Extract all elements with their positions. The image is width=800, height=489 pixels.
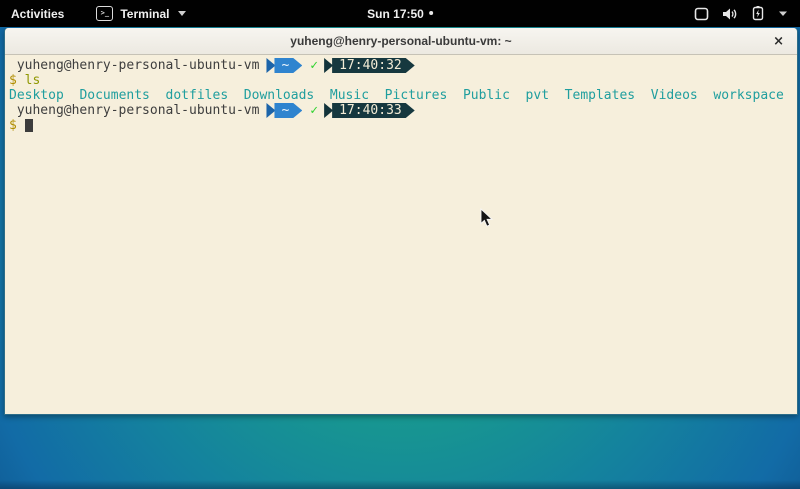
powerline-path-segment: ~ — [274, 103, 302, 118]
clock-label: Sun 17:50 — [367, 7, 424, 21]
activities-button[interactable]: Activities — [2, 0, 73, 27]
notification-dot-icon — [429, 11, 433, 15]
status-check-icon: ✓ — [310, 103, 318, 118]
window-titlebar[interactable]: yuheng@henry-personal-ubuntu-vm: ~ × — [5, 28, 797, 55]
command-line: $ ls — [5, 73, 797, 88]
directory-item: Documents — [79, 88, 149, 103]
app-menu-terminal[interactable]: >_ Terminal — [87, 0, 195, 27]
directory-item: Public — [463, 88, 510, 103]
prompt-symbol: $ — [9, 118, 17, 133]
close-button[interactable]: × — [773, 28, 784, 54]
user-host-text: yuheng@henry-personal-ubuntu-vm — [9, 58, 259, 73]
directory-item: Downloads — [244, 88, 314, 103]
gnome-top-bar: Activities >_ Terminal Sun 17:50 — [0, 0, 800, 27]
activities-label: Activities — [11, 7, 64, 21]
directory-item: Videos — [651, 88, 698, 103]
directory-item: workspace — [713, 88, 783, 103]
powerline-separator-icon — [266, 103, 275, 118]
powerline-separator-icon — [324, 58, 333, 73]
screen: Activities >_ Terminal Sun 17:50 — [0, 0, 800, 489]
status-check-icon: ✓ — [310, 58, 318, 73]
directory-item: Desktop — [9, 88, 64, 103]
ls-output-line: Desktop Documents dotfiles Downloads Music Pi… — [5, 88, 797, 103]
menu-chevron-icon — [778, 10, 788, 17]
app-menu-label: Terminal — [120, 7, 169, 21]
command-text: ls — [25, 73, 41, 88]
powerline-separator-icon — [266, 58, 275, 73]
system-status-area[interactable] — [686, 0, 796, 27]
terminal-icon: >_ — [96, 6, 113, 21]
current-input-line: $ — [5, 118, 797, 133]
prompt-line-1: yuheng@henry-personal-ubuntu-vm ~ ✓ 17:4… — [5, 58, 797, 73]
window-title: yuheng@henry-personal-ubuntu-vm: ~ — [290, 34, 511, 48]
volume-icon — [722, 7, 738, 21]
terminal-content[interactable]: yuheng@henry-personal-ubuntu-vm ~ ✓ 17:4… — [5, 55, 797, 414]
clock-button[interactable]: Sun 17:50 — [358, 0, 442, 27]
powerline-time-segment: 17:40:33 — [332, 103, 415, 118]
chevron-down-icon — [178, 11, 186, 16]
prompt-line-2: yuheng@henry-personal-ubuntu-vm ~ ✓ 17:4… — [5, 103, 797, 118]
directory-item: Music — [330, 88, 369, 103]
directory-item: pvt — [526, 88, 549, 103]
battery-charging-icon — [751, 6, 765, 21]
directory-item: Pictures — [385, 88, 448, 103]
powerline-time-segment: 17:40:32 — [332, 58, 415, 73]
user-host-text: yuheng@henry-personal-ubuntu-vm — [9, 103, 259, 118]
terminal-cursor — [25, 119, 33, 132]
powerline-separator-icon — [324, 103, 333, 118]
powerline-path-segment: ~ — [274, 58, 302, 73]
directory-item: Templates — [565, 88, 635, 103]
prompt-symbol: $ — [9, 73, 17, 88]
display-icon — [694, 7, 709, 21]
terminal-window: yuheng@henry-personal-ubuntu-vm: ~ × yuh… — [4, 28, 798, 415]
desktop-bottom-shade — [0, 480, 800, 489]
directory-item: dotfiles — [166, 88, 229, 103]
